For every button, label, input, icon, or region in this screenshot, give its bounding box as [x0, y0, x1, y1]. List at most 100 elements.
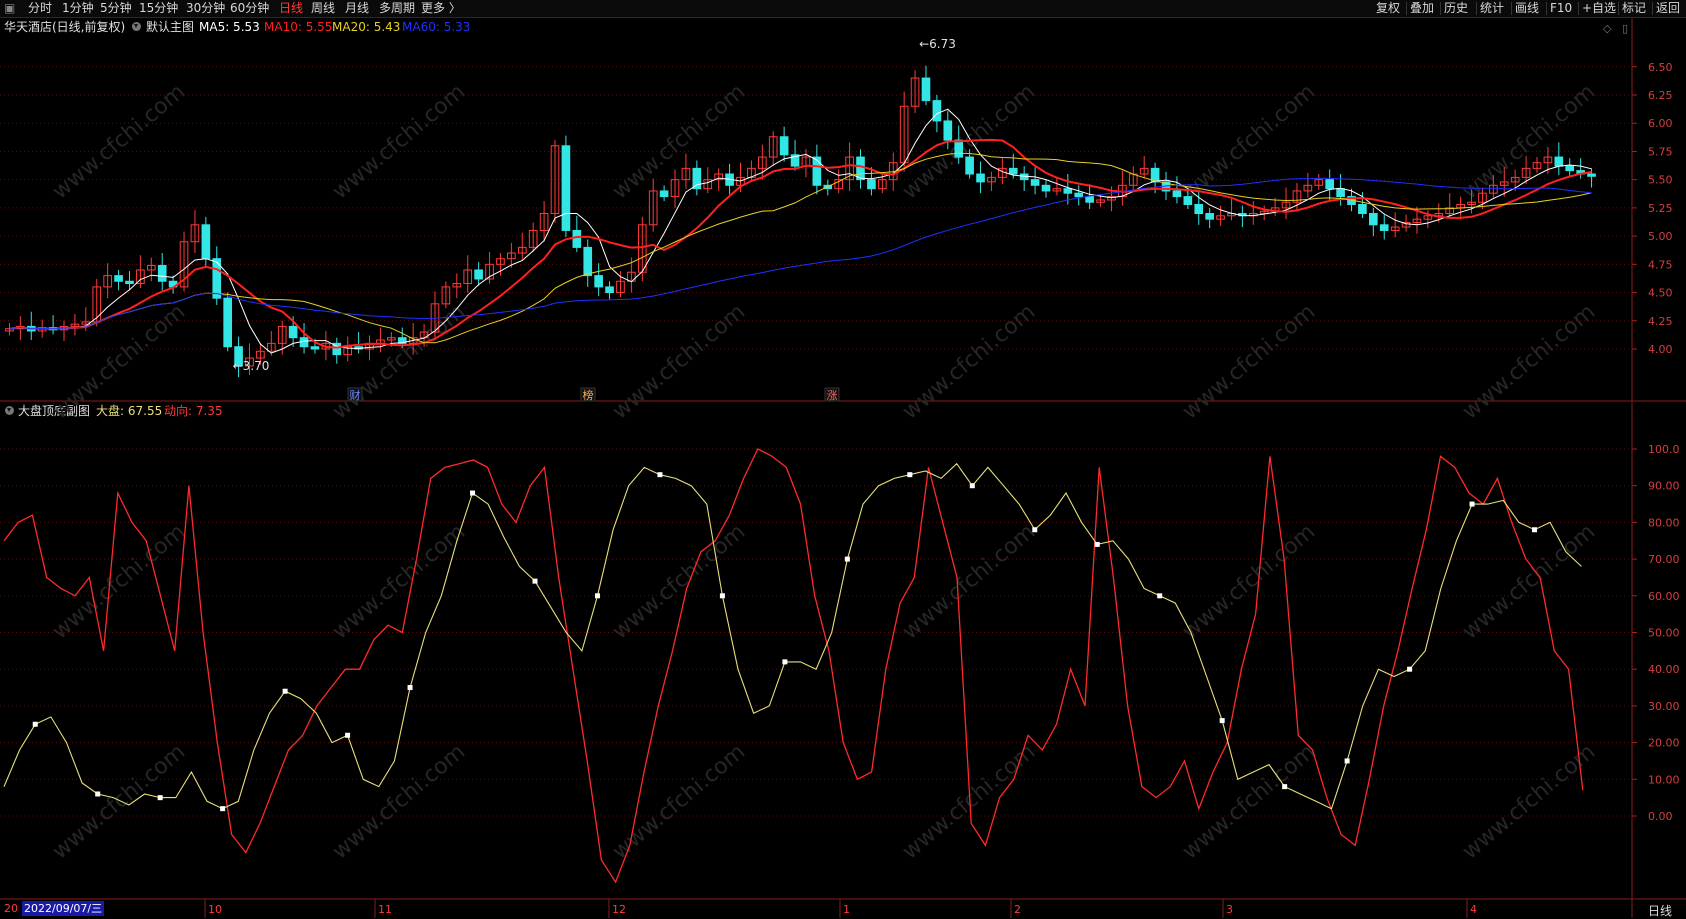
watermark-text: www.cfchi.com	[1458, 519, 1600, 644]
candle-body	[943, 120, 953, 141]
dapan-marker	[1157, 593, 1163, 599]
ma5-line	[9, 108, 1592, 354]
x-month-label-1: 11	[378, 903, 392, 916]
sub-y-tick-label: 30.00	[1648, 700, 1680, 713]
dapan-marker	[32, 721, 38, 727]
candle-body	[201, 224, 211, 260]
candle-body	[932, 100, 942, 122]
watermark-text: www.cfchi.com	[898, 299, 1040, 424]
dapan-marker	[1032, 527, 1038, 533]
candle-body	[976, 173, 985, 183]
candle-body	[583, 246, 593, 277]
candle-body	[1205, 213, 1214, 220]
main-y-tick-label: 5.25	[1648, 202, 1673, 215]
sub-y-tick-label: 60.00	[1648, 590, 1680, 603]
watermark-text: www.cfchi.com	[48, 739, 190, 864]
candle-body	[114, 275, 123, 282]
dapan-marker	[1344, 758, 1350, 764]
main-y-tick-label: 4.75	[1648, 258, 1673, 271]
main-y-tick-label: 4.00	[1648, 343, 1673, 356]
event-marker-2: 涨	[827, 389, 838, 402]
x-month-label-3: 1	[843, 903, 850, 916]
candle-body	[561, 145, 571, 231]
dapan-marker	[1532, 527, 1538, 533]
ma10-line	[9, 138, 1592, 349]
candle-body	[856, 156, 865, 181]
sub-y-tick-label: 100.0	[1648, 443, 1680, 456]
candle-body	[692, 167, 702, 190]
candle-body	[1063, 188, 1073, 194]
watermark-text: www.cfchi.com	[1178, 739, 1320, 864]
x-axis-leading-label: 20	[4, 902, 18, 915]
main-y-tick-label: 4.25	[1648, 315, 1673, 328]
main-y-tick-label: 6.25	[1648, 89, 1673, 102]
watermark-text: www.cfchi.com	[328, 739, 470, 864]
candle-body	[1194, 203, 1204, 215]
dapan-marker	[719, 593, 725, 599]
candle-body	[779, 136, 789, 156]
candle-body	[1030, 179, 1040, 186]
watermark-text: www.cfchi.com	[1178, 79, 1320, 204]
dapan-marker	[1094, 541, 1100, 547]
candle-body	[1554, 156, 1564, 167]
candle-body	[1325, 179, 1335, 190]
x-month-label-5: 3	[1226, 903, 1233, 916]
ma20-line	[9, 152, 1592, 344]
candle-body	[1369, 213, 1378, 226]
x-month-label-2: 12	[612, 903, 626, 916]
candle-body	[812, 156, 822, 186]
sub-y-tick-label: 80.00	[1648, 516, 1680, 529]
watermark-text: www.cfchi.com	[1178, 519, 1320, 644]
watermark-text: www.cfchi.com	[608, 299, 750, 424]
dongxiang-line	[3, 448, 1584, 884]
period-label[interactable]: 日线	[1648, 902, 1672, 919]
main-y-tick-label: 6.50	[1648, 61, 1673, 74]
candle-body	[921, 77, 931, 102]
watermark-text: www.cfchi.com	[1458, 299, 1600, 424]
dapan-marker	[969, 483, 975, 489]
candle-body	[288, 325, 298, 339]
candle-body	[157, 264, 167, 282]
candle-body	[125, 280, 134, 285]
date-cursor-label: 2022/09/07/三	[22, 901, 105, 916]
candle-body	[1074, 192, 1084, 198]
main-y-tick-label: 5.75	[1648, 145, 1673, 158]
dapan-marker	[532, 578, 538, 584]
candle-body	[1183, 196, 1193, 205]
dapan-marker	[782, 659, 788, 665]
candle-body	[1085, 196, 1094, 203]
dapan-marker	[407, 685, 413, 691]
main-y-tick-label: 6.00	[1648, 117, 1673, 130]
candle-body	[605, 286, 614, 294]
candle-body	[659, 190, 669, 198]
candle-body	[954, 139, 964, 158]
dapan-marker	[1219, 718, 1225, 724]
candle-body	[310, 346, 320, 350]
dapan-marker	[470, 490, 476, 496]
candle-body	[1565, 165, 1575, 172]
watermark-text: www.cfchi.com	[328, 519, 470, 644]
dapan-marker	[345, 732, 351, 738]
watermark-text: www.cfchi.com	[1178, 299, 1320, 424]
candle-body	[1358, 203, 1367, 215]
main-y-tick-label: 4.50	[1648, 287, 1673, 300]
dapan-marker	[282, 688, 288, 694]
sub-y-tick-label: 0.00	[1648, 810, 1673, 823]
sub-y-tick-label: 20.00	[1648, 737, 1680, 750]
dapan-marker	[95, 791, 101, 797]
watermark-text: www.cfchi.com	[48, 299, 190, 424]
sub-y-tick-label: 40.00	[1648, 663, 1680, 676]
dapan-marker	[1407, 666, 1413, 672]
event-marker-1: 榜	[583, 388, 594, 402]
watermark-text: www.cfchi.com	[48, 79, 190, 204]
x-month-label-4: 2	[1014, 903, 1021, 916]
dapan-marker	[157, 795, 163, 801]
candle-body	[1008, 167, 1018, 175]
candle-body	[1587, 173, 1596, 177]
dapan-marker	[907, 472, 913, 478]
dapan-marker	[657, 472, 663, 478]
chart-canvas: 6.50 6.25 6.00 5.75 5.50 5.25 5.00 4.75 4.50 4.25…	[0, 18, 1686, 918]
candle-body	[223, 297, 232, 348]
sub-y-tick-label: 50.00	[1648, 627, 1680, 640]
dapan-line	[3, 462, 1582, 810]
